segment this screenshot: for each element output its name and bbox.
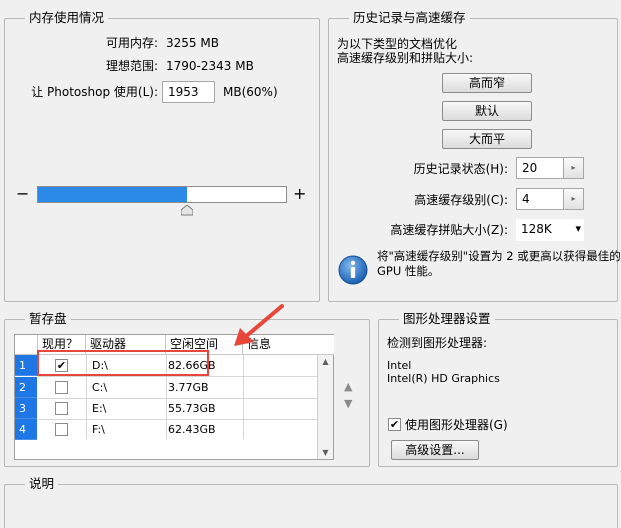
cache-level-input[interactable]: 4 [516, 188, 564, 210]
memory-decrease-button[interactable]: − [16, 186, 29, 202]
tall-thin-button[interactable]: 高而窄 [442, 73, 532, 93]
gpu-detected-label: 检测到图形处理器: [387, 336, 488, 350]
scroll-down-icon[interactable]: ▼ [318, 448, 333, 457]
move-up-icon[interactable]: ▲ [344, 380, 352, 393]
tile-size-select[interactable]: 128K ▾ [516, 219, 584, 241]
gpu-model: Intel(R) HD Graphics [387, 372, 500, 385]
move-down-icon[interactable]: ▼ [344, 397, 352, 410]
description-legend: 说明 [25, 476, 59, 492]
memory-usage-group: 内存使用情况 [4, 10, 320, 302]
big-flat-button[interactable]: 大而平 [442, 129, 532, 149]
annotation-arrow-icon [234, 304, 284, 346]
annotation-highlight-box [37, 350, 209, 376]
memory-slider-track[interactable] [37, 186, 287, 203]
ideal-range-label: 理想范围: [105, 59, 158, 73]
default-button[interactable]: 默认 [442, 101, 532, 121]
history-cache-legend: 历史记录与高速缓存 [349, 10, 470, 26]
description-group: 说明 [4, 476, 618, 528]
gpu-settings-legend: 图形处理器设置 [399, 311, 495, 327]
tile-size-value: 128K [521, 222, 552, 236]
table-row[interactable]: 2 C:\ 3.77GB [15, 377, 317, 398]
history-states-label: 历史记录状态(H): [413, 162, 508, 176]
scroll-up-icon[interactable]: ▲ [318, 357, 333, 366]
row-number: 4 [15, 419, 37, 440]
row-number: 2 [15, 377, 37, 398]
info-icon [338, 255, 368, 285]
available-memory-label: 可用内存: [105, 36, 158, 50]
memory-usage-legend: 内存使用情况 [25, 10, 109, 26]
table-row[interactable]: 4 F:\ 62.43GB [15, 419, 317, 440]
table-scrollbar[interactable]: ▲ ▼ [317, 355, 333, 459]
active-checkbox[interactable] [55, 402, 68, 415]
drive-cell: C:\ [92, 381, 108, 394]
gpu-tip-line2: GPU 性能。 [377, 264, 440, 278]
photoshop-use-unit: MB(60%) [223, 85, 278, 99]
free-space-cell: 62.43GB [168, 423, 216, 436]
photoshop-use-label: 让 Photoshop 使用(L): [31, 85, 158, 99]
table-row[interactable]: 3 E:\ 55.73GB [15, 398, 317, 419]
active-checkbox[interactable] [55, 381, 68, 394]
table-header-corner [15, 335, 38, 355]
memory-slider-fill [38, 187, 187, 202]
history-states-input[interactable]: 20 [516, 157, 564, 179]
row-number: 3 [15, 398, 37, 419]
active-checkbox[interactable] [55, 423, 68, 436]
cache-level-label: 高速缓存级别(C): [414, 193, 508, 207]
free-space-cell: 55.73GB [168, 402, 216, 415]
memory-slider-thumb[interactable] [181, 205, 193, 216]
row-number: 1 [15, 355, 37, 376]
drive-cell: E:\ [92, 402, 107, 415]
free-space-cell: 3.77GB [168, 381, 209, 394]
available-memory-value: 3255 MB [166, 36, 219, 50]
history-states-spin-icon[interactable]: ▸ [564, 157, 584, 179]
cache-level-spin-icon[interactable]: ▸ [564, 188, 584, 210]
tile-size-label: 高速缓存拼贴大小(Z): [390, 223, 508, 237]
use-gpu-checkbox[interactable]: ✔ [388, 418, 401, 431]
photoshop-use-input[interactable]: 1953 [162, 81, 215, 103]
chevron-down-icon: ▾ [575, 222, 581, 235]
use-gpu-label[interactable]: 使用图形处理器(G) [405, 417, 508, 433]
scratch-disks-legend: 暂存盘 [25, 311, 71, 327]
optimize-desc-line2: 高速缓存级别和拼贴大小: [337, 51, 474, 65]
drive-cell: F:\ [92, 423, 105, 436]
advanced-settings-button[interactable]: 高级设置... [391, 440, 479, 460]
memory-increase-button[interactable]: + [293, 186, 306, 202]
ideal-range-value: 1790-2343 MB [166, 59, 254, 73]
gpu-tip-line1: 将"高速缓存级别"设置为 2 或更高以获得最佳的 [377, 249, 621, 263]
